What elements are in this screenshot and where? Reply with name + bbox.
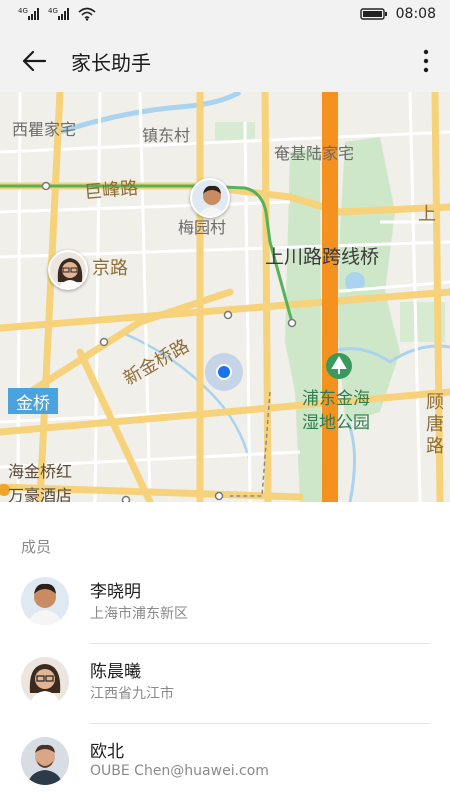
map-canvas xyxy=(0,92,450,502)
map-label-hotel-line1: 海金桥红 xyxy=(8,462,73,481)
map-label-jing-road: 京路 xyxy=(92,258,128,279)
member-avatar xyxy=(21,657,69,705)
avatar-man-icon xyxy=(192,180,228,216)
map-label-meiyuan: 梅园村 xyxy=(178,218,227,237)
member-avatar xyxy=(21,737,69,785)
signal-icon: 4G xyxy=(48,7,69,20)
app-bar: 家长助手 xyxy=(0,30,450,92)
back-button[interactable] xyxy=(16,44,52,78)
map-label-park-line1: 浦东金海 xyxy=(302,389,370,409)
page-title: 家长助手 xyxy=(71,51,151,75)
more-vertical-icon xyxy=(423,49,429,73)
status-left: 4G 4G xyxy=(18,7,96,21)
member-location: 江西省九江市 xyxy=(90,686,174,702)
battery-icon xyxy=(359,8,387,20)
avatar-man-icon xyxy=(21,577,69,625)
map-label-shang: 上 xyxy=(418,204,436,225)
members-header: 成员 xyxy=(21,538,52,556)
members-panel: 成员 李晓明 上海市浦东新区 陈晨曦 江西省九江市 欧北 OUBE Chen@h… xyxy=(0,502,450,800)
map-label-hotel-line2: 万豪酒店 xyxy=(8,486,73,502)
member-row[interactable]: 陈晨曦 江西省九江市 xyxy=(0,644,450,724)
status-right: 08:08 xyxy=(359,6,436,22)
map-view[interactable]: 西瞿家宅 镇东村 奄基陆家宅 巨峰路 梅园村 上 京路 上川路跨线桥 新金桥路 … xyxy=(0,92,450,502)
svg-text:4G: 4G xyxy=(48,7,58,15)
member-avatar xyxy=(21,577,69,625)
member-email: OUBE Chen@huawei.com xyxy=(90,763,269,779)
member-name: 欧北 xyxy=(90,742,124,762)
wifi-icon xyxy=(78,7,96,21)
status-time: 08:08 xyxy=(395,6,436,22)
map-label-jufeng-road: 巨峰路 xyxy=(83,177,139,204)
map-pin-member-1[interactable] xyxy=(190,178,230,218)
status-bar: 4G 4G 08:08 xyxy=(0,0,450,30)
current-location-dot[interactable] xyxy=(216,364,232,380)
back-arrow-icon xyxy=(22,50,47,72)
map-label-zhendong: 镇东村 xyxy=(142,126,191,145)
member-row[interactable]: 欧北 OUBE Chen@huawei.com xyxy=(0,724,450,804)
map-label-shangchuan-bridge: 上川路跨线桥 xyxy=(265,246,380,268)
avatar-man-beard-icon xyxy=(21,737,69,785)
svg-text:4G: 4G xyxy=(18,7,28,15)
metro-station-jinqiao[interactable]: 金桥 xyxy=(8,388,58,414)
map-label-xiqu: 西瞿家宅 xyxy=(12,120,77,139)
more-options-button[interactable] xyxy=(414,44,438,78)
member-location: 上海市浦东新区 xyxy=(90,606,188,622)
member-name: 陈晨曦 xyxy=(90,662,141,682)
map-pin-member-2[interactable] xyxy=(48,250,88,290)
member-row[interactable]: 李晓明 上海市浦东新区 xyxy=(0,564,450,644)
member-name: 李晓明 xyxy=(90,582,141,602)
signal-icon: 4G xyxy=(18,7,39,20)
map-label-anji: 奄基陆家宅 xyxy=(274,144,355,163)
map-label-gutang-3: 路 xyxy=(426,436,444,457)
map-label-park-line2: 湿地公园 xyxy=(302,413,370,433)
avatar-woman-icon xyxy=(50,252,86,288)
avatar-woman-icon xyxy=(21,657,69,705)
